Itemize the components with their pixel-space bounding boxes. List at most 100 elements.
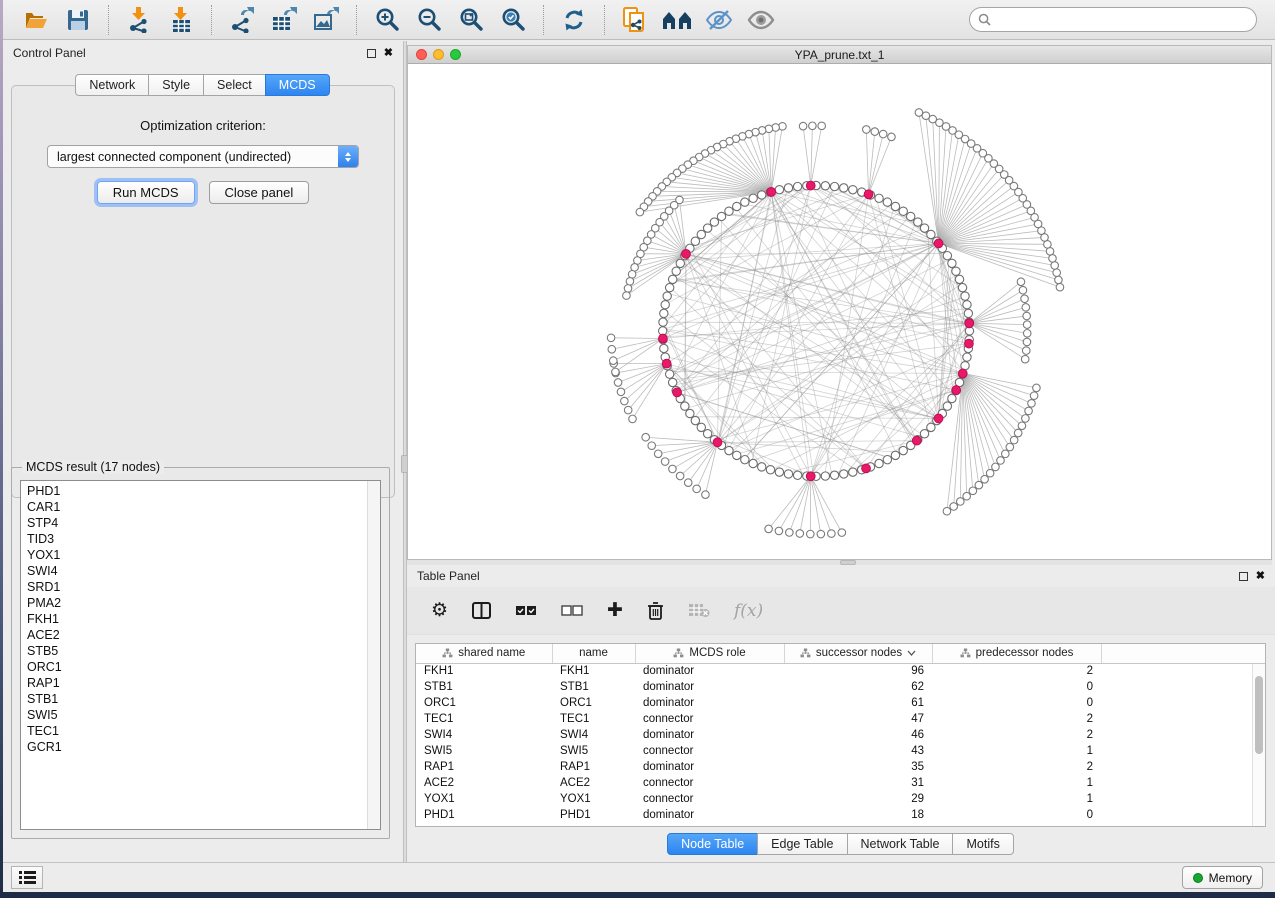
tab-network[interactable]: Network: [75, 74, 149, 96]
import-table-button[interactable]: [160, 3, 202, 37]
mcds-result-item[interactable]: STB5: [27, 643, 380, 659]
delete-column-button[interactable]: [647, 596, 664, 626]
close-panel-icon[interactable]: ✖: [384, 48, 393, 59]
control-panel-tabs: Network Style Select MCDS: [3, 74, 403, 96]
show-columns-button[interactable]: [472, 596, 491, 626]
run-mcds-button[interactable]: Run MCDS: [97, 181, 195, 204]
share-document-button[interactable]: [614, 3, 656, 37]
mcds-result-item[interactable]: PHD1: [27, 483, 380, 499]
mcds-result-item[interactable]: CAR1: [27, 499, 380, 515]
save-session-button[interactable]: [57, 3, 99, 37]
table-row[interactable]: RAP1RAP1dominator352: [416, 759, 1266, 775]
search-box: [969, 7, 1257, 32]
node-table: shared name name MCDS role successor nod…: [415, 643, 1266, 827]
tab-mcds[interactable]: MCDS: [265, 74, 330, 96]
mcds-result-list: PHD1CAR1STP4TID3YOX1SWI4SRD1PMA2FKH1ACE2…: [21, 481, 380, 755]
mcds-result-item[interactable]: ACE2: [27, 627, 380, 643]
eye-slash-icon: [705, 9, 733, 31]
criterion-dropdown[interactable]: largest connected component (undirected): [47, 145, 359, 168]
table-row[interactable]: TEC1TEC1connector472: [416, 711, 1266, 727]
zoom-selected-button[interactable]: [492, 3, 534, 37]
tab-motifs[interactable]: Motifs: [952, 833, 1013, 855]
zoom-out-button[interactable]: [408, 3, 450, 37]
network-window-titlebar[interactable]: YPA_prune.txt_1: [408, 46, 1271, 64]
mcds-result-item[interactable]: SRD1: [27, 579, 380, 595]
select-all-columns-button[interactable]: [515, 596, 537, 626]
network-canvas[interactable]: [408, 64, 1271, 559]
find-button[interactable]: [656, 3, 698, 37]
memory-label: Memory: [1209, 871, 1252, 885]
close-panel-button[interactable]: Close panel: [209, 181, 310, 204]
table-row[interactable]: SWI5SWI5connector431: [416, 743, 1266, 759]
mcds-result-item[interactable]: SWI4: [27, 563, 380, 579]
table-row[interactable]: ACE2ACE2connector311: [416, 775, 1266, 791]
tab-edge-table[interactable]: Edge Table: [757, 833, 847, 855]
column-header-successor-nodes[interactable]: successor nodes: [784, 644, 932, 663]
control-panel-title: Control Panel: [13, 46, 86, 60]
create-column-button[interactable]: ✚: [607, 596, 623, 626]
table-row[interactable]: YOX1YOX1connector291: [416, 791, 1266, 807]
mcds-result-item[interactable]: SWI5: [27, 707, 380, 723]
zoom-in-button[interactable]: [366, 3, 408, 37]
table-row[interactable]: STB1STB1dominator620: [416, 679, 1266, 695]
import-network-button[interactable]: [118, 3, 160, 37]
export-image-icon: [313, 7, 339, 33]
float-panel-icon[interactable]: [367, 49, 376, 58]
zoom-in-icon: [375, 7, 400, 32]
refresh-icon: [562, 8, 586, 32]
refresh-button[interactable]: [553, 3, 595, 37]
float-panel-icon[interactable]: [1239, 572, 1248, 581]
zoom-fit-button[interactable]: [450, 3, 492, 37]
hide-graphics-details-button[interactable]: [698, 3, 740, 37]
column-header-mcds-role[interactable]: MCDS role: [635, 644, 784, 663]
mcds-result-item[interactable]: TID3: [27, 531, 380, 547]
tab-node-table[interactable]: Node Table: [667, 833, 758, 855]
mcds-result-item[interactable]: TEC1: [27, 723, 380, 739]
export-image-button[interactable]: [305, 3, 347, 37]
unselect-all-columns-button[interactable]: [561, 596, 583, 626]
column-header-name[interactable]: name: [552, 644, 635, 663]
table-scrollbar[interactable]: [1252, 664, 1265, 826]
table-scrollbar-thumb[interactable]: [1255, 676, 1263, 754]
mcds-result-item[interactable]: FKH1: [27, 611, 380, 627]
close-panel-icon[interactable]: ✖: [1256, 571, 1265, 582]
mcds-result-item[interactable]: GCR1: [27, 739, 380, 755]
mcds-result-item[interactable]: PMA2: [27, 595, 380, 611]
export-network-button[interactable]: [221, 3, 263, 37]
mcds-list-scrollbar[interactable]: [367, 481, 380, 829]
show-task-history-button[interactable]: [11, 866, 43, 889]
tab-network-table[interactable]: Network Table: [847, 833, 954, 855]
table-settings-button[interactable]: ⚙: [431, 596, 448, 626]
mcds-result-item[interactable]: YOX1: [27, 547, 380, 563]
select-all-icon: [515, 605, 537, 616]
function-builder-button-disabled: f(x): [734, 596, 763, 626]
node-table-body: FKH1FKH1dominator962STB1STB1dominator620…: [416, 663, 1266, 823]
column-header-shared-name[interactable]: shared name: [416, 644, 552, 663]
save-icon: [67, 9, 89, 31]
function-icon: f(x): [734, 601, 763, 621]
eye-icon: [747, 9, 775, 31]
dropdown-stepper-icon: [338, 146, 358, 167]
table-row[interactable]: PHD1PHD1dominator180: [416, 807, 1266, 823]
mcds-result-item[interactable]: STP4: [27, 515, 380, 531]
open-file-button[interactable]: [15, 3, 57, 37]
export-table-button[interactable]: [263, 3, 305, 37]
search-input[interactable]: [996, 13, 1248, 27]
show-graphics-details-button[interactable]: [740, 3, 782, 37]
tab-style[interactable]: Style: [148, 74, 204, 96]
mcds-result-group: MCDS result (17 nodes) PHD1CAR1STP4TID3Y…: [11, 467, 390, 839]
table-row[interactable]: ORC1ORC1dominator610: [416, 695, 1266, 711]
tab-select[interactable]: Select: [203, 74, 266, 96]
table-toolbar: ⚙ ✚ f: [407, 587, 1275, 635]
memory-button[interactable]: Memory: [1182, 866, 1263, 889]
mcds-result-item[interactable]: STB1: [27, 691, 380, 707]
mcds-result-item[interactable]: RAP1: [27, 675, 380, 691]
binoculars-icon: [662, 9, 692, 31]
mcds-result-item[interactable]: ORC1: [27, 659, 380, 675]
column-header-filler: [1101, 644, 1266, 663]
gear-icon: ⚙: [431, 601, 448, 620]
column-header-predecessor-nodes[interactable]: predecessor nodes: [932, 644, 1101, 663]
toolbar-separator: [356, 5, 357, 35]
table-row[interactable]: SWI4SWI4dominator462: [416, 727, 1266, 743]
table-row[interactable]: FKH1FKH1dominator962: [416, 663, 1266, 679]
